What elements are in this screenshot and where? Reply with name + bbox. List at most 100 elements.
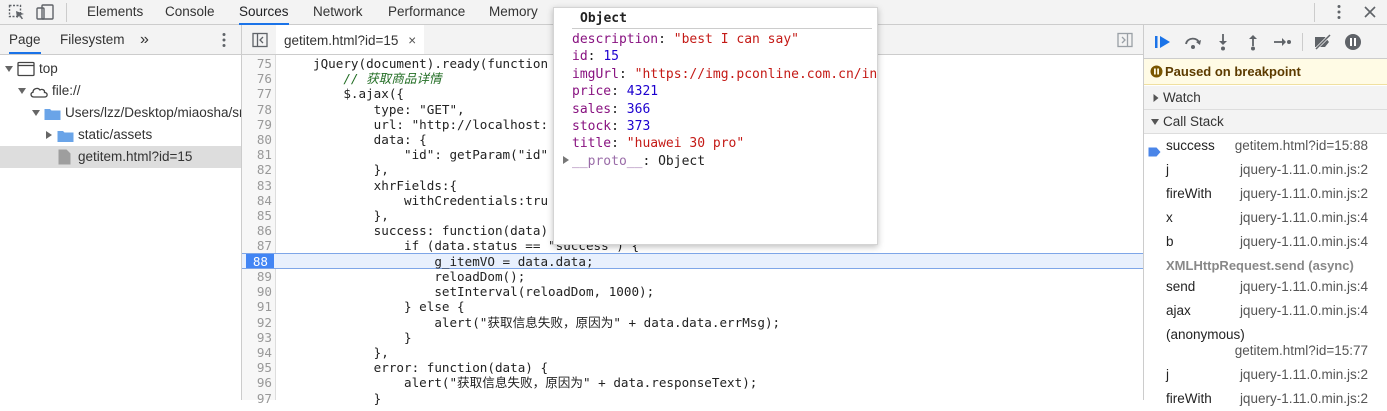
line-number: 82 [256,162,272,178]
watch-section-header[interactable]: Watch [1144,86,1387,110]
property-key: id [572,49,588,65]
code-line[interactable]: 94 }, [242,345,1143,360]
file-tab-label: getitem.html?id=15 [284,33,399,48]
section-label: Watch [1163,90,1201,105]
frame-location[interactable]: getitem.html?id=15:88 [1235,134,1368,158]
property-row[interactable]: description: "best I can say" [572,31,799,48]
frame-location[interactable]: jquery-1.11.0.min.js:2 [1240,158,1368,182]
expanded-triangle-icon [31,102,41,124]
code-line[interactable]: 92 alert("获取信息失败，原因为" + data.data.errMsg… [242,315,1143,330]
execution-line[interactable]: 88 g_itemVO = data.data; [242,253,1143,269]
frame-location[interactable]: jquery-1.11.0.min.js:4 [1240,275,1368,299]
call-frame[interactable]: send jquery-1.11.0.min.js:4 [1144,275,1387,299]
device-toolbar-icon[interactable] [36,4,54,20]
property-key: imgUrl [572,66,619,82]
tab-sources[interactable]: Sources [239,0,289,25]
tree-item-folder-static-assets[interactable]: static/assets [0,124,241,146]
editor-file-tab[interactable]: getitem.html?id=15 × [276,25,425,54]
tab-network[interactable]: Network [313,0,363,24]
deactivate-breakpoints-icon[interactable] [1313,33,1333,51]
tab-memory[interactable]: Memory [489,0,538,24]
code-line[interactable]: 93 } [242,330,1143,345]
frame-location[interactable]: getitem.html?id=15:77 [1235,339,1368,363]
code-text: } [313,329,412,345]
call-frame[interactable]: j jquery-1.11.0.min.js:2 [1144,363,1387,387]
code-line[interactable]: 97 } [242,391,1143,406]
collapsed-triangle-icon[interactable] [562,153,572,170]
code-line[interactable]: 91 } else { [242,299,1143,314]
navigator-menu-icon[interactable] [217,31,231,52]
property-row[interactable]: stock: 373 [572,118,650,135]
close-devtools-icon[interactable] [1361,3,1379,21]
tab-console[interactable]: Console [165,0,215,24]
tab-performance[interactable]: Performance [388,0,465,24]
code-line[interactable]: 89 reloadDom(); [242,269,1143,284]
line-number: 89 [256,269,272,284]
property-row[interactable]: sales: 366 [572,101,650,118]
pause-on-exceptions-icon[interactable] [1343,33,1363,51]
code-line[interactable]: 95 error: function(data) { [242,360,1143,375]
property-row[interactable]: price: 4321 [572,83,658,100]
line-number: 92 [256,314,272,330]
code-text: data: { [313,132,427,147]
property-key: price [572,84,612,100]
property-value: "https://img.pconline.com.cn/in [634,66,878,82]
close-tab-button[interactable]: × [408,33,416,48]
line-number: 81 [256,147,272,163]
property-row[interactable]: title: "huawei 30 pro" [572,135,744,152]
frame-location[interactable]: jquery-1.11.0.min.js:4 [1240,230,1368,254]
call-frame[interactable]: fireWith jquery-1.11.0.min.js:2 [1144,182,1387,206]
call-frame-selected[interactable]: success getitem.html?id=15:88 [1144,134,1387,158]
inspect-element-icon[interactable] [8,4,26,20]
toggle-debugger-icon[interactable] [1117,32,1133,51]
tab-page[interactable]: Page [9,25,41,54]
frame-location[interactable]: jquery-1.11.0.min.js:4 [1240,299,1368,323]
step-icon[interactable] [1272,33,1292,51]
more-tabs-button[interactable]: » [140,25,149,54]
code-line[interactable]: 90 setInterval(reloadDom, 1000); [242,284,1143,299]
line-number: 77 [256,86,272,102]
call-frame[interactable]: b jquery-1.11.0.min.js:4 [1144,230,1387,254]
frame-function: x [1166,210,1173,225]
property-row[interactable]: imgUrl: "https://img.pconline.com.cn/in [572,66,877,83]
line-number: 97 [256,390,272,406]
step-out-icon[interactable] [1243,33,1263,51]
code-text: reloadDom(); [313,269,526,284]
line-number: 83 [256,177,272,193]
property-value: 15 [603,49,619,65]
toggle-navigator-icon[interactable] [252,32,268,51]
call-frame[interactable]: j jquery-1.11.0.min.js:2 [1144,158,1387,182]
tab-elements[interactable]: Elements [87,0,143,24]
object-preview-popover: Object description: "best I can say" id:… [553,7,878,245]
call-frame[interactable]: fireWith jquery-1.11.0.min.js:2 [1144,387,1387,411]
frame-location[interactable]: jquery-1.11.0.min.js:2 [1240,182,1368,206]
property-value: "best I can say" [673,32,799,47]
code-line[interactable]: 96 alert("获取信息失败，原因为" + data.responseTex… [242,375,1143,390]
code-text: }, [313,208,389,223]
callstack-section-header[interactable]: Call Stack [1144,110,1387,134]
call-frame[interactable]: x jquery-1.11.0.min.js:4 [1144,206,1387,230]
property-row[interactable]: id: 15 [572,48,619,65]
tree-item-label: top [39,61,58,76]
frame-function: ajax [1166,303,1191,318]
resume-icon[interactable] [1153,33,1173,51]
tab-filesystem[interactable]: Filesystem [60,25,125,54]
tree-item-file-getitem[interactable]: getitem.html?id=15 [0,146,241,168]
breakpoint-marker[interactable]: 88 [246,254,274,269]
call-frame[interactable]: ajax jquery-1.11.0.min.js:4 [1144,299,1387,323]
tree-item-top[interactable]: top [0,58,241,80]
more-options-icon[interactable] [1330,3,1348,21]
debugger-toolbar [1144,25,1387,59]
frame-location[interactable]: jquery-1.11.0.min.js:2 [1240,387,1368,411]
step-into-icon[interactable] [1213,33,1233,51]
step-over-icon[interactable] [1183,33,1203,51]
property-key: stock [572,119,612,134]
tree-item-folder-src[interactable]: Users/lzz/Desktop/miaosha/src [0,102,241,124]
property-row-proto[interactable]: __proto__: Object [562,153,705,170]
line-number: 78 [256,101,272,117]
line-number: 95 [256,360,272,376]
tree-item-file-origin[interactable]: file:// [0,80,241,102]
frame-location[interactable]: jquery-1.11.0.min.js:2 [1240,363,1368,387]
call-frame[interactable]: (anonymous) getitem.html?id=15:77 [1144,323,1387,363]
frame-location[interactable]: jquery-1.11.0.min.js:4 [1240,206,1368,230]
